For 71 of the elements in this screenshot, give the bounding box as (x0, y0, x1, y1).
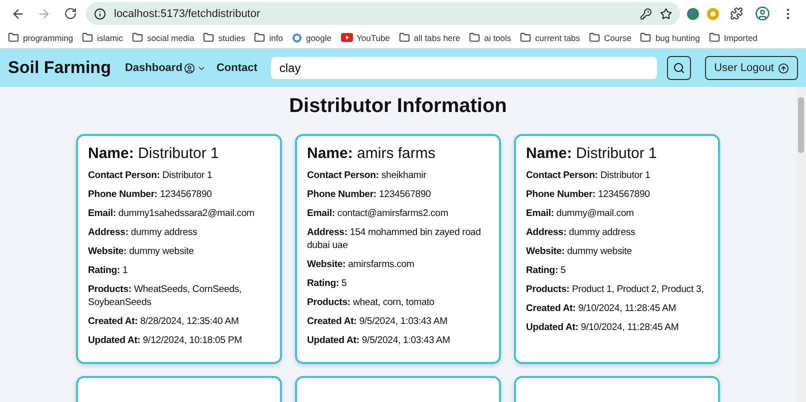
dashboard-dropdown[interactable]: Dashboard (124, 62, 206, 74)
bookmark[interactable]: YouTube (340, 32, 390, 42)
distributor-detail: Contact Person: Distributor 1 (526, 169, 652, 182)
distributor-detail: Website: dummy website (526, 245, 633, 258)
distributor-detail: Created At: 8/28/2024, 12:35:40 AM (88, 315, 240, 328)
folder-icon (203, 32, 214, 43)
play-icon (340, 33, 352, 42)
bookmark[interactable]: ai tools (469, 32, 512, 43)
distributor-detail: Rating: 5 (307, 277, 348, 290)
distributor-detail: Phone Number: 1234567890 (307, 188, 432, 201)
bookmark[interactable]: islamic (82, 32, 124, 43)
distributor-detail: Updated At: 9/12/2024, 10:18:05 PM (88, 334, 243, 347)
distributor-detail: Contact Person: sheikhamir (307, 169, 428, 182)
folder-icon (8, 32, 19, 43)
nav-link[interactable]: Contact (216, 62, 258, 74)
distributor-detail: Address: dummy address (526, 226, 636, 239)
distributor-detail: Products: wheat, corn, tomato (307, 296, 436, 309)
search-icon (673, 62, 686, 74)
folder-icon (132, 32, 144, 43)
bookmark[interactable]: all tabs here (398, 32, 460, 43)
folder-icon (520, 32, 532, 43)
distributor-detail: Updated At: 9/10/2024, 11:28:45 AM (526, 321, 680, 334)
bookmark[interactable]: info (254, 32, 283, 43)
distributor-detail: Website: amirsfarms.com (307, 258, 416, 271)
folder-icon (82, 32, 94, 43)
distributor-detail: Rating: 1 (88, 264, 129, 277)
folder-icon (640, 32, 652, 43)
bookmark[interactable]: bug hunting (640, 32, 700, 43)
bookmark[interactable]: Imported (708, 32, 758, 43)
distributor-name: Name: Distributor 1 (88, 145, 220, 162)
folder-icon (254, 32, 266, 43)
bookmark[interactable]: programming (8, 32, 74, 43)
bookmark[interactable]: google (292, 32, 332, 42)
scrollbar[interactable] (796, 87, 806, 402)
distributor-name: Name: Distributor 1 (526, 145, 658, 162)
distributor-detail: Email: dummy@mail.com (526, 207, 635, 220)
distributor-detail: Address: dummy address (88, 226, 198, 239)
distributor-detail: Website: dummy website (88, 245, 195, 258)
address-bar[interactable]: localhost:5173/fetchdistributor (86, 2, 680, 25)
distributor-detail: Contact Person: Distributor 1 (88, 169, 214, 182)
star-icon[interactable] (660, 8, 672, 20)
bookmark[interactable]: social media (132, 32, 194, 43)
distributor-detail: Email: contact@amirsfarms2.com (307, 207, 450, 220)
distributor-detail: Address: 154 mohammed bin zayed road dubai uae (307, 226, 482, 252)
folder-icon (708, 32, 720, 43)
distributor-detail: Updated At: 9/5/2024, 1:03:43 AM (307, 334, 452, 347)
bookmark[interactable]: Course (589, 32, 632, 43)
distributor-name: Name: amirs farms (307, 145, 436, 162)
user-icon (184, 62, 196, 74)
distributor-detail: Phone Number: 1234567890 (526, 188, 651, 201)
distributor-detail: Created At: 9/5/2024, 1:03:43 AM (307, 315, 448, 328)
logout-button[interactable]: User Logout (705, 56, 798, 80)
brand-title: Soil Farming (8, 58, 111, 78)
distributor-detail: Email: dummy1sahedssara2@mail.com (88, 207, 256, 220)
distributor-detail: Rating: 5 (526, 264, 567, 277)
distributor-detail: Phone Number: 1234567890 (88, 188, 213, 201)
folder-icon (589, 32, 600, 43)
info-icon[interactable] (94, 8, 106, 20)
folder-icon (469, 32, 480, 43)
distributor-detail: Products: Product 1, Product 2, Product 3, (526, 283, 705, 296)
search-field[interactable]: clay (271, 57, 658, 79)
search-button[interactable] (667, 56, 692, 80)
arrow-up-icon (778, 62, 789, 74)
page-title: Distributor Information (289, 95, 507, 118)
distributor-detail: Created At: 9/10/2024, 11:28:45 AM (526, 302, 678, 315)
bookmark[interactable]: studies (203, 32, 246, 43)
folder-icon (398, 32, 410, 43)
distributor-detail: Products: WheatSeeds, CornSeeds, SoybeanSeeds (88, 283, 243, 309)
google-icon (292, 32, 302, 42)
key-icon[interactable] (640, 8, 652, 20)
bookmark[interactable]: current tabs (520, 32, 580, 43)
